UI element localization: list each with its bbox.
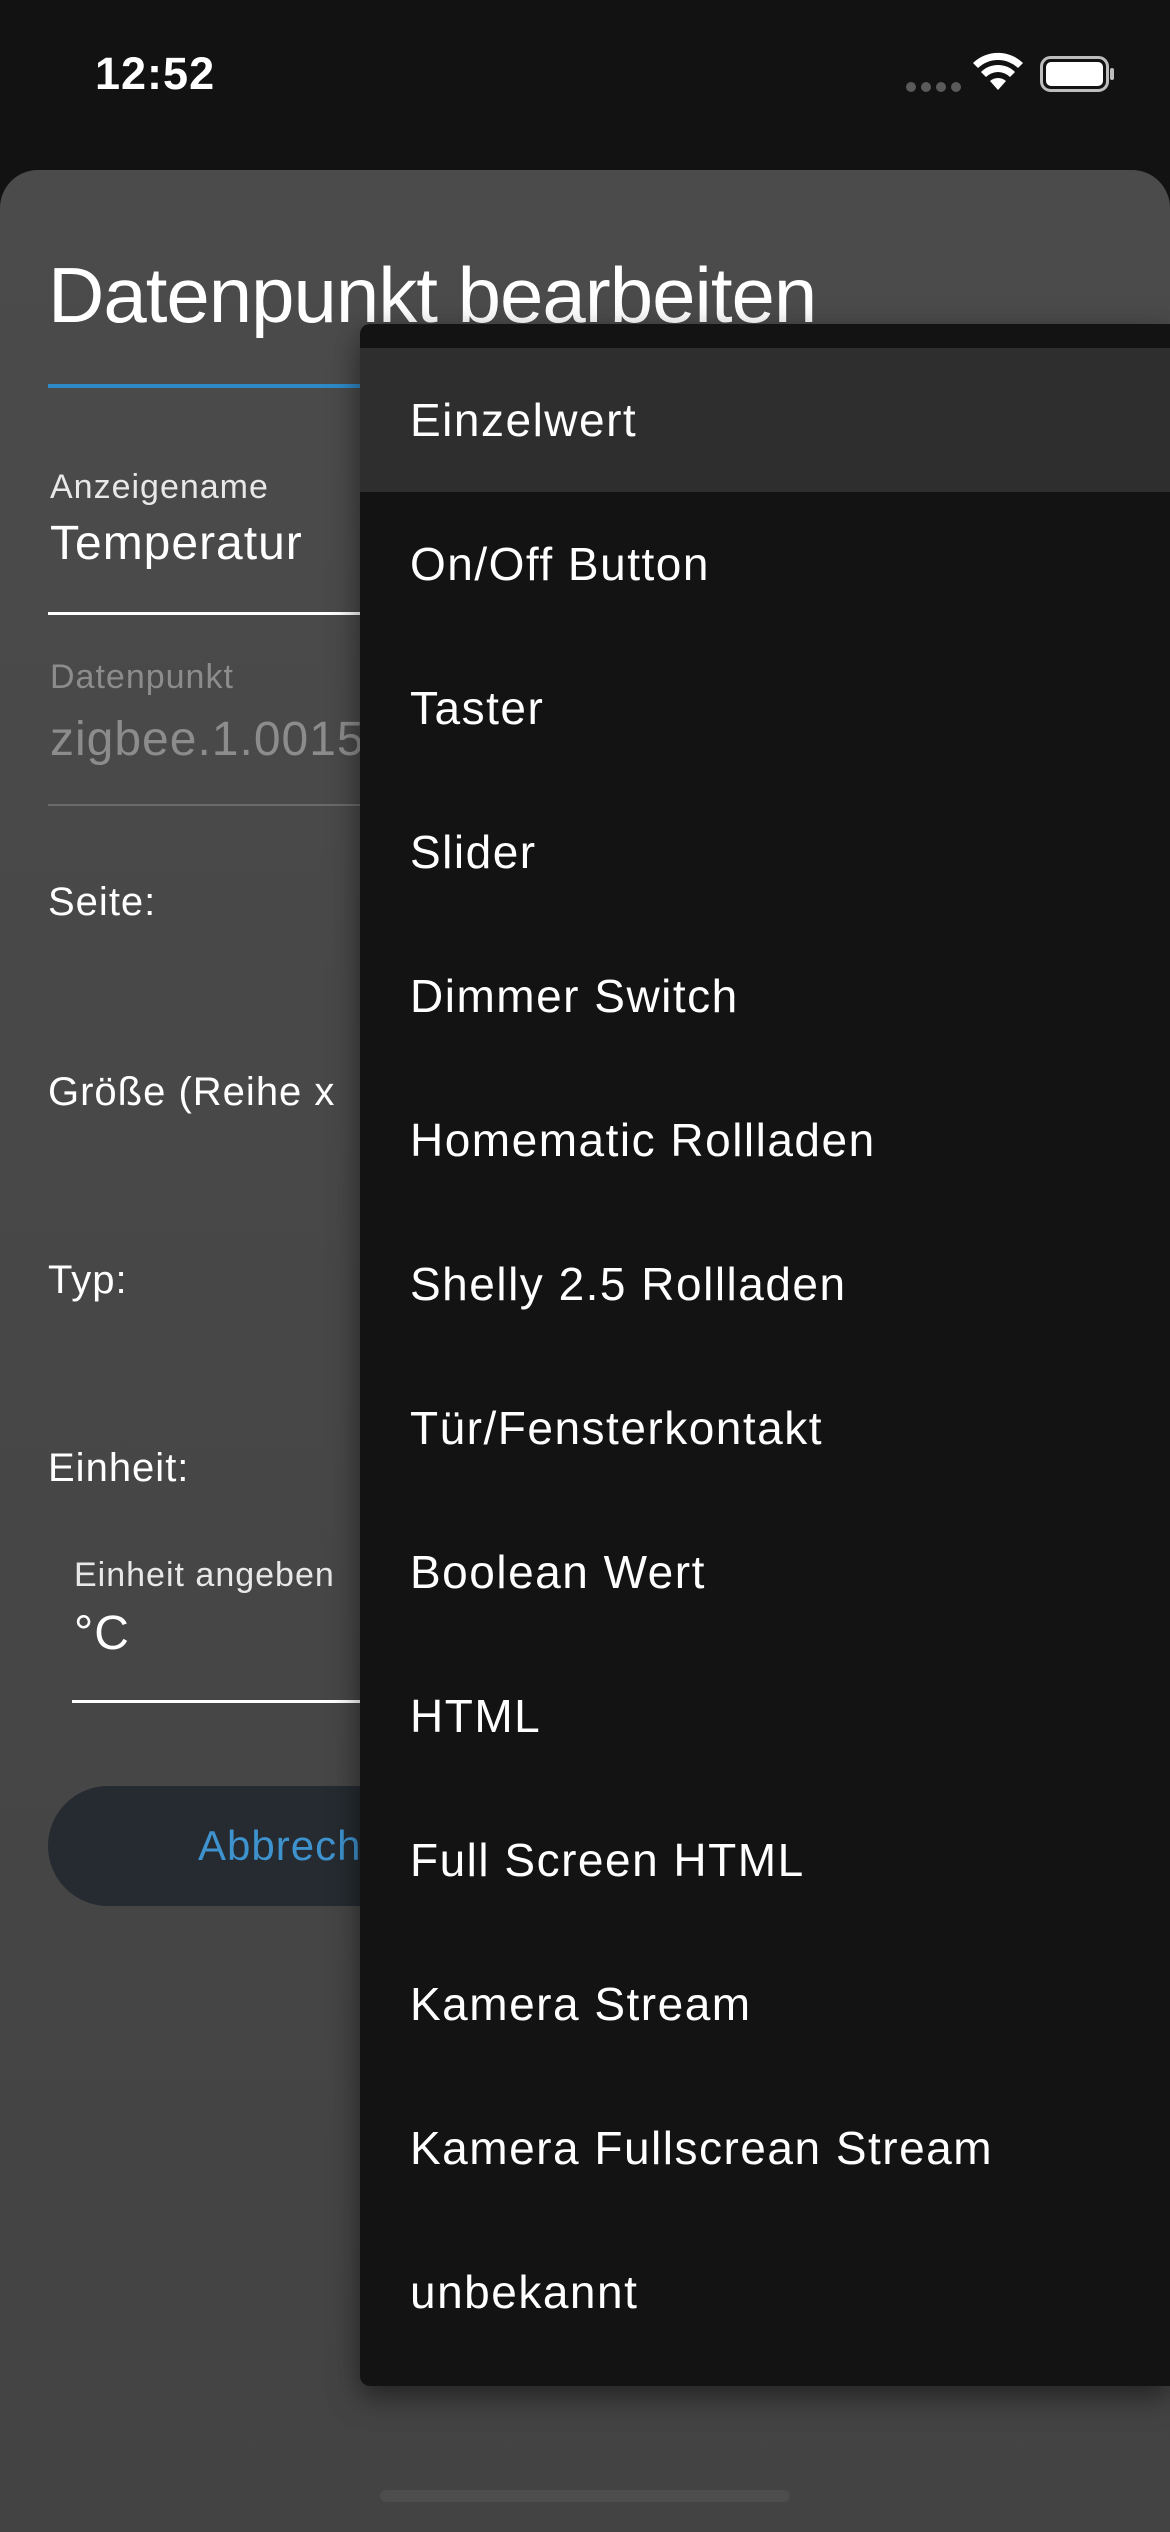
datapoint-label: Datenpunkt: [50, 658, 234, 696]
display-name-input[interactable]: Temperatur: [50, 516, 303, 571]
menu-item-slider[interactable]: Slider: [360, 780, 1170, 924]
size-label: Größe (Reihe x: [48, 1070, 336, 1114]
page-label: Seite:: [48, 880, 157, 924]
menu-item-kamera-fullscreen-stream[interactable]: Kamera Fullscrean Stream: [360, 2076, 1170, 2220]
status-time: 12:52: [95, 48, 216, 99]
menu-item-door-window-contact[interactable]: Tür/Fensterkontakt: [360, 1356, 1170, 1500]
unit-input[interactable]: °C: [74, 1606, 130, 1661]
type-dropdown-menu: Einzelwert On/Off Button Taster Slider D…: [360, 324, 1170, 2386]
menu-item-unbekannt[interactable]: unbekannt: [360, 2220, 1170, 2364]
datapoint-input: zigbee.1.0015: [50, 713, 365, 766]
menu-item-dimmer-switch[interactable]: Dimmer Switch: [360, 924, 1170, 1068]
menu-item-homematic-rollladen[interactable]: Homematic Rollladen: [360, 1068, 1170, 1212]
menu-item-einzelwert[interactable]: Einzelwert: [360, 348, 1170, 492]
menu-item-boolean-wert[interactable]: Boolean Wert: [360, 1500, 1170, 1644]
menu-item-html[interactable]: HTML: [360, 1644, 1170, 1788]
wifi-icon: [973, 52, 1023, 90]
signal-icon: [906, 82, 962, 92]
menu-item-full-screen-html[interactable]: Full Screen HTML: [360, 1788, 1170, 1932]
unit-label: Einheit:: [48, 1446, 190, 1490]
menu-item-kamera-stream[interactable]: Kamera Stream: [360, 1932, 1170, 2076]
menu-item-on-off-button[interactable]: On/Off Button: [360, 492, 1170, 636]
type-label: Typ:: [48, 1258, 128, 1302]
unit-field-label: Einheit angeben: [74, 1556, 335, 1594]
home-indicator[interactable]: [380, 2490, 790, 2502]
menu-item-shelly-rollladen[interactable]: Shelly 2.5 Rollladen: [360, 1212, 1170, 1356]
status-bar: 12:52: [0, 0, 1170, 150]
menu-item-taster[interactable]: Taster: [360, 636, 1170, 780]
display-name-label: Anzeigename: [50, 468, 269, 506]
battery-icon: [1040, 56, 1114, 92]
